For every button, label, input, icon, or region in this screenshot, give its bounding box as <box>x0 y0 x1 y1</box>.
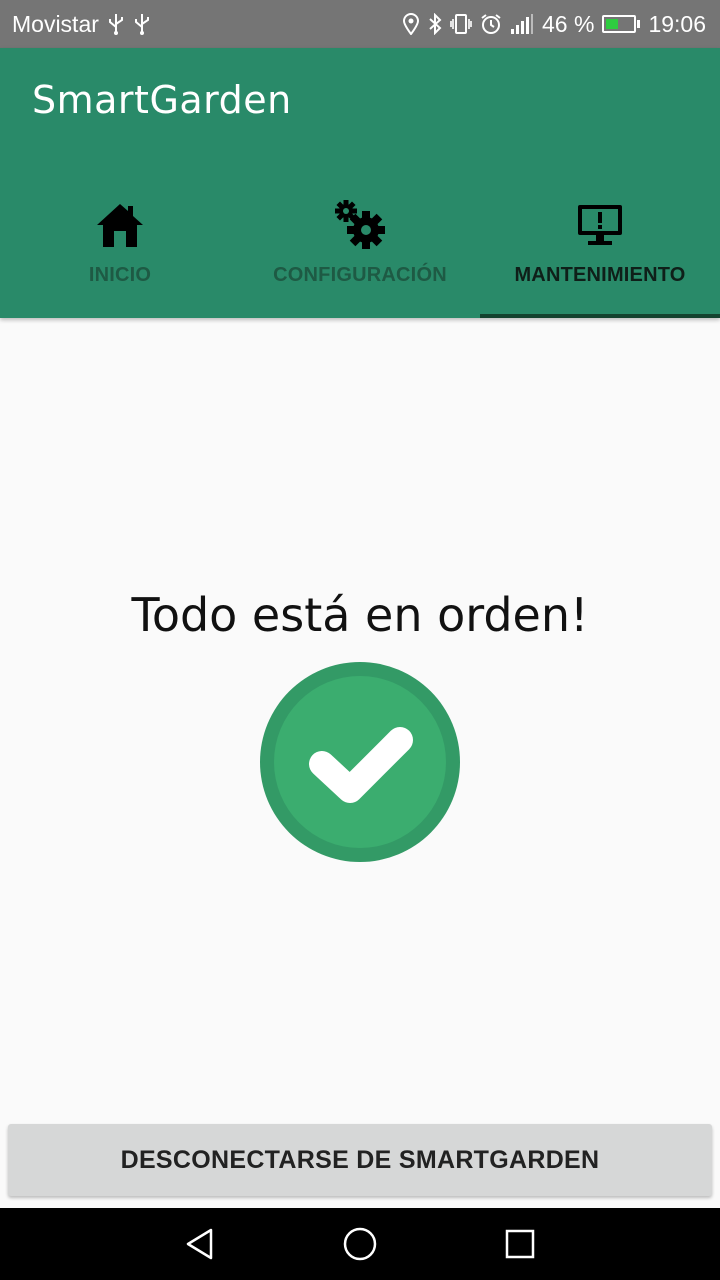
back-icon[interactable] <box>120 1208 280 1280</box>
tab-mantenimiento[interactable]: MANTENIMIENTO <box>480 188 720 318</box>
status-message: Todo está en orden! <box>131 588 589 642</box>
monitor-alert-icon <box>576 200 624 250</box>
app-title: SmartGarden <box>32 78 292 122</box>
home-circle-icon[interactable] <box>280 1208 440 1280</box>
status-right: 46 % 19:06 <box>402 11 706 38</box>
vibrate-icon <box>450 13 472 35</box>
gears-icon <box>334 200 386 250</box>
status-left: Movistar <box>12 11 151 38</box>
location-icon <box>402 13 420 35</box>
tab-bar: INICIO CONFIGURACIÓN MANTENIMIENTO <box>0 188 720 318</box>
signal-icon <box>510 13 534 35</box>
usb-icon <box>107 13 125 35</box>
battery-charging-icon <box>602 15 641 33</box>
status-bar: Movistar 46 % 19:06 <box>0 0 720 48</box>
system-nav-bar <box>0 1208 720 1280</box>
tab-label: MANTENIMIENTO <box>514 264 686 286</box>
bluetooth-icon <box>428 13 442 35</box>
tab-configuracion[interactable]: CONFIGURACIÓN <box>240 188 480 318</box>
check-circle-icon <box>260 662 460 862</box>
tab-label: INICIO <box>88 264 152 286</box>
alarm-icon <box>480 13 502 35</box>
app-bar: SmartGarden INICIO CONFIGURACIÓN MANTENI… <box>0 48 720 318</box>
tab-inicio[interactable]: INICIO <box>0 188 240 318</box>
tab-label: CONFIGURACIÓN <box>273 264 447 286</box>
carrier-name: Movistar <box>12 10 99 37</box>
home-icon <box>95 200 145 250</box>
active-tab-indicator <box>480 314 720 318</box>
usb-icon <box>133 13 151 35</box>
disconnect-button[interactable]: DESCONECTARSE DE SMARTGARDEN <box>8 1124 712 1196</box>
recents-icon[interactable] <box>440 1208 600 1280</box>
clock: 19:06 <box>648 10 706 37</box>
battery-percent: 46 % <box>542 10 595 37</box>
